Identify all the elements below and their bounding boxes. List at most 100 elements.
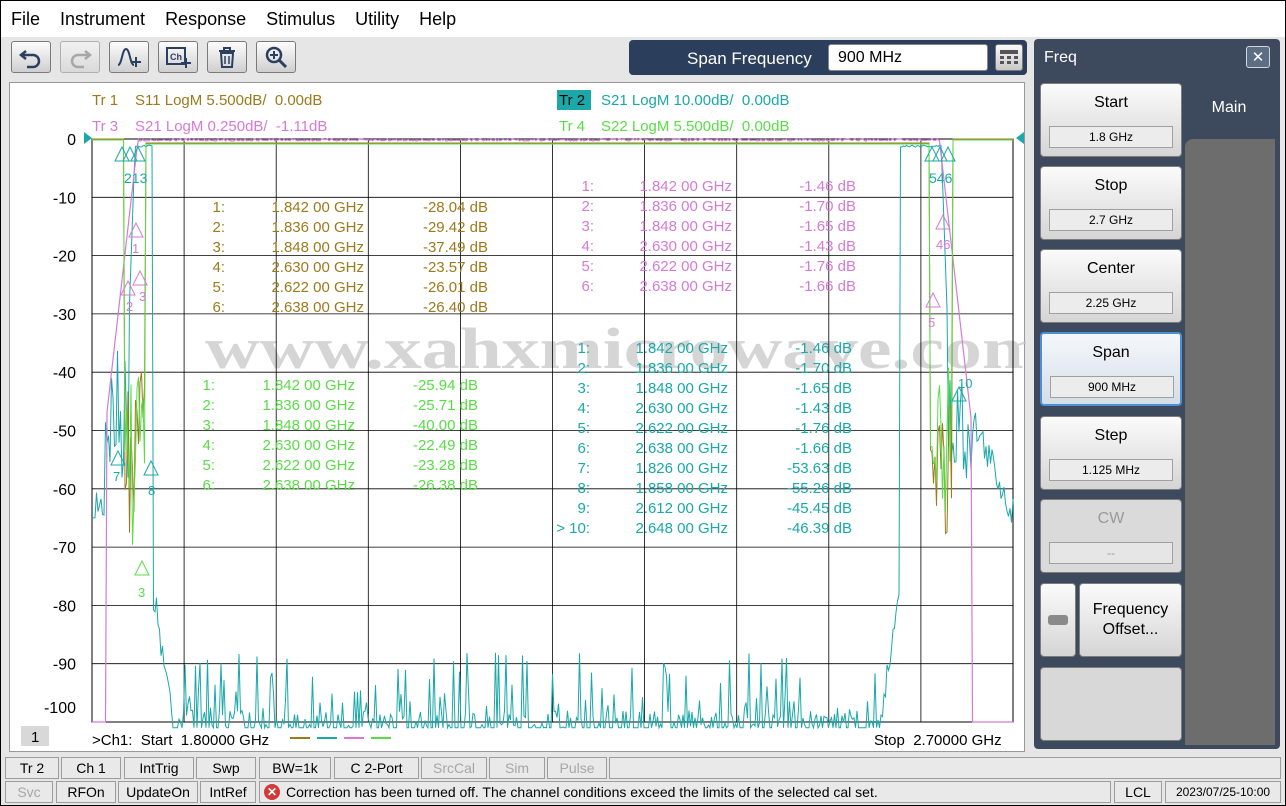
channel-number: 1 — [31, 729, 39, 746]
status-int-ref[interactable]: IntRef — [200, 781, 256, 803]
tr4-marker-row-index[interactable]: 3: — [202, 417, 215, 434]
tr4-marker-row-index[interactable]: 5: — [202, 457, 215, 474]
status-active-trace[interactable]: Tr 2 — [5, 757, 59, 779]
status-srccal[interactable]: SrcCal — [421, 757, 487, 779]
tr2-marker-row-index[interactable]: > 10: — [556, 520, 590, 537]
measurement-display[interactable]: www.xahxmicrowave.com Tr 1 S11 LogM 5.50… — [9, 82, 1026, 753]
tr4-marker-row-index[interactable]: 2: — [202, 397, 215, 414]
span-softkey[interactable]: Span 900 MHz — [1040, 332, 1182, 406]
marker-label-tr3-5: 5 — [928, 315, 935, 330]
trace-plot[interactable]: www.xahxmicrowave.com Tr 1 S11 LogM 5.50… — [10, 83, 1026, 753]
trace-1-id[interactable]: Tr 1 — [92, 92, 118, 109]
tr1-marker-row-index[interactable]: 1: — [212, 199, 225, 216]
tr3-marker-row-index[interactable]: 6: — [581, 278, 594, 295]
status-calibration[interactable]: C 2-Port — [334, 757, 419, 779]
tr2-marker-row-index[interactable]: 7: — [577, 460, 590, 477]
cw-softkey[interactable]: CW -- — [1040, 499, 1182, 573]
tr1-marker-row-frequency: 2.622 00 GHz — [271, 279, 364, 296]
tr3-marker-row-frequency: 2.630 00 GHz — [639, 238, 732, 255]
tr4-marker-row-index[interactable]: 1: — [202, 377, 215, 394]
status-bandwidth[interactable]: BW=1k — [259, 757, 331, 779]
undo-button[interactable] — [11, 41, 51, 73]
tab-main[interactable]: Main — [1185, 83, 1273, 139]
status-trigger[interactable]: IntTrig — [124, 757, 194, 779]
tr3-marker-row-frequency: 2.622 00 GHz — [639, 258, 732, 275]
tr2-marker-row-index[interactable]: 6: — [577, 440, 590, 457]
status-lcl[interactable]: LCL — [1114, 781, 1162, 803]
tr3-marker-row-index[interactable]: 1: — [581, 178, 594, 195]
frequency-offset-softkey[interactable]: Frequency Offset... — [1079, 583, 1182, 657]
tr3-marker-row-index[interactable]: 2: — [581, 198, 594, 215]
start-softkey[interactable]: Start 1.8 GHz — [1040, 83, 1182, 157]
menu-stimulus[interactable]: Stimulus — [266, 9, 335, 30]
tr2-marker-row-index[interactable]: 5: — [577, 420, 590, 437]
tr1-marker-row-value: -28.04 dB — [423, 199, 488, 216]
menu-response[interactable]: Response — [165, 9, 246, 30]
marker-triangle[interactable] — [143, 459, 159, 476]
step-softkey[interactable]: Step 1.125 MHz — [1040, 416, 1182, 490]
tr1-marker-row-index[interactable]: 6: — [212, 299, 225, 316]
tr3-marker-row-index[interactable]: 3: — [581, 218, 594, 235]
tr3-marker-row-index[interactable]: 4: — [581, 238, 594, 255]
tr2-marker-row-value: -1.76 dB — [795, 420, 852, 437]
add-channel-icon: Ch — [166, 47, 191, 68]
status-sim[interactable]: Sim — [489, 757, 545, 779]
trace-3-id[interactable]: Tr 3 — [92, 118, 118, 135]
tr2-marker-row-index[interactable]: 2: — [577, 360, 590, 377]
trace-2-id[interactable]: Tr 2 — [559, 92, 585, 109]
status-bar-top: Tr 2 Ch 1 IntTrig Swp BW=1k C 2-Port Src… — [1, 756, 1285, 780]
tr4-marker-row-value: -23.28 dB — [413, 457, 478, 474]
add-channel-button[interactable]: Ch — [158, 41, 198, 73]
marker-label-tr3-1: 1 — [132, 241, 139, 256]
tr3-marker-row-frequency: 1.836 00 GHz — [639, 198, 732, 215]
stop-softkey[interactable]: Stop 2.7 GHz — [1040, 166, 1182, 240]
tr2-marker-row-value: -1.46 dB — [795, 340, 852, 357]
menu-utility[interactable]: Utility — [355, 9, 399, 30]
tr2-marker-row-index[interactable]: 1: — [577, 340, 590, 357]
menu-help[interactable]: Help — [419, 9, 456, 30]
status-update-on[interactable]: UpdateOn — [118, 781, 198, 803]
tr2-marker-row-index[interactable]: 4: — [577, 400, 590, 417]
trace-4-id[interactable]: Tr 4 — [559, 118, 585, 135]
status-message[interactable]: ✕ Correction has been turned off. The ch… — [259, 781, 1111, 803]
status-pulse[interactable]: Pulse — [547, 757, 607, 779]
span-frequency-input[interactable]: 900 MHz — [828, 44, 988, 71]
status-sweep[interactable]: Swp — [196, 757, 256, 779]
center-softkey[interactable]: Center 2.25 GHz — [1040, 249, 1182, 323]
menu-file[interactable]: File — [11, 9, 40, 30]
tr2-marker-row-index[interactable]: 8: — [577, 480, 590, 497]
marker-triangle[interactable] — [925, 291, 941, 308]
menu-instrument[interactable]: Instrument — [60, 9, 145, 30]
marker-triangle[interactable] — [134, 559, 150, 576]
add-trace-button[interactable] — [109, 41, 149, 73]
tr1-marker-row-frequency: 2.630 00 GHz — [271, 259, 364, 276]
zoom-button[interactable] — [256, 41, 296, 73]
frequency-offset-toggle[interactable] — [1040, 583, 1076, 657]
tr1-marker-row-frequency: 2.638 00 GHz — [271, 299, 364, 316]
tr4-marker-row-index[interactable]: 6: — [202, 477, 215, 494]
tr2-marker-row-frequency: 2.622 00 GHz — [635, 420, 728, 437]
reference-level-left-arrow[interactable] — [84, 132, 92, 144]
tr2-marker-row-index[interactable]: 3: — [577, 380, 590, 397]
marker-triangle[interactable] — [128, 221, 144, 238]
status-svc[interactable]: Svc — [5, 781, 53, 803]
tr1-marker-row-index[interactable]: 2: — [212, 219, 225, 236]
tr4-marker-row-index[interactable]: 4: — [202, 437, 215, 454]
tr1-marker-row-value: -26.01 dB — [423, 279, 488, 296]
keypad-button[interactable] — [995, 44, 1023, 71]
y-tick-label: -20 — [53, 249, 76, 266]
marker-triangle[interactable] — [120, 279, 136, 296]
delete-button[interactable] — [207, 41, 247, 73]
stop-softkey-label: Stop — [1094, 177, 1128, 194]
tr1-marker-row-index[interactable]: 3: — [212, 239, 225, 256]
close-panel-button[interactable]: ✕ — [1246, 46, 1270, 68]
tr1-marker-row-index[interactable]: 4: — [212, 259, 225, 276]
tr2-marker-row-index[interactable]: 9: — [577, 500, 590, 517]
status-active-channel[interactable]: Ch 1 — [61, 757, 121, 779]
tr1-marker-row-index[interactable]: 5: — [212, 279, 225, 296]
tr2-marker-row-value: -1.66 dB — [795, 440, 852, 457]
tr3-marker-row-index[interactable]: 5: — [581, 258, 594, 275]
redo-button[interactable] — [60, 41, 100, 73]
reference-level-right-arrow[interactable] — [1016, 132, 1024, 144]
status-rf-on[interactable]: RFOn — [56, 781, 116, 803]
